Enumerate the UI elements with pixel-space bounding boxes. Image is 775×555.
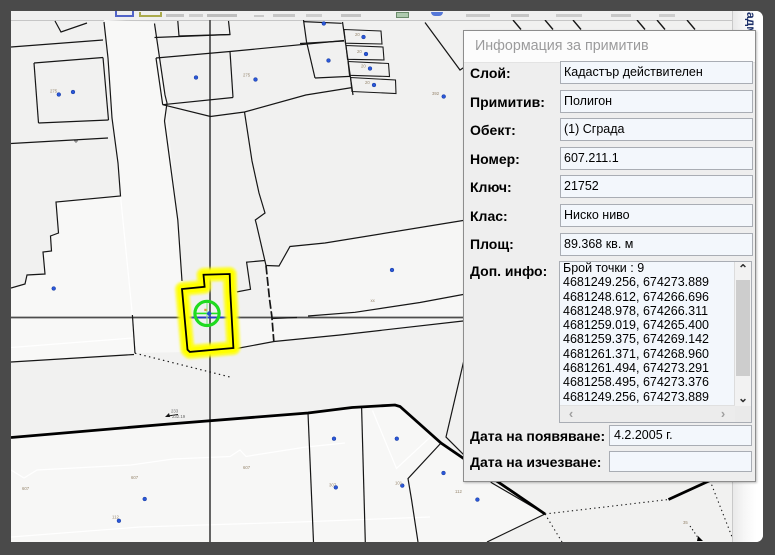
svg-text:607: 607 <box>22 486 30 491</box>
svg-text:20: 20 <box>357 49 362 54</box>
svg-text:607: 607 <box>131 475 139 480</box>
svg-text:275: 275 <box>50 89 58 94</box>
svg-text:20: 20 <box>365 80 370 85</box>
svg-text:20: 20 <box>355 32 360 37</box>
svg-text:392: 392 <box>432 91 440 96</box>
svg-text:112: 112 <box>112 515 119 520</box>
svg-text:233: 233 <box>171 409 179 414</box>
svg-text:307: 307 <box>329 483 337 488</box>
svg-text:275: 275 <box>243 73 251 78</box>
svg-text:232.19: 232.19 <box>172 414 186 419</box>
svg-text:101: 101 <box>395 481 403 486</box>
svg-text:607: 607 <box>243 465 251 470</box>
svg-text:112: 112 <box>455 489 462 494</box>
svg-text:35: 35 <box>683 520 688 525</box>
svg-text:20: 20 <box>361 64 366 69</box>
